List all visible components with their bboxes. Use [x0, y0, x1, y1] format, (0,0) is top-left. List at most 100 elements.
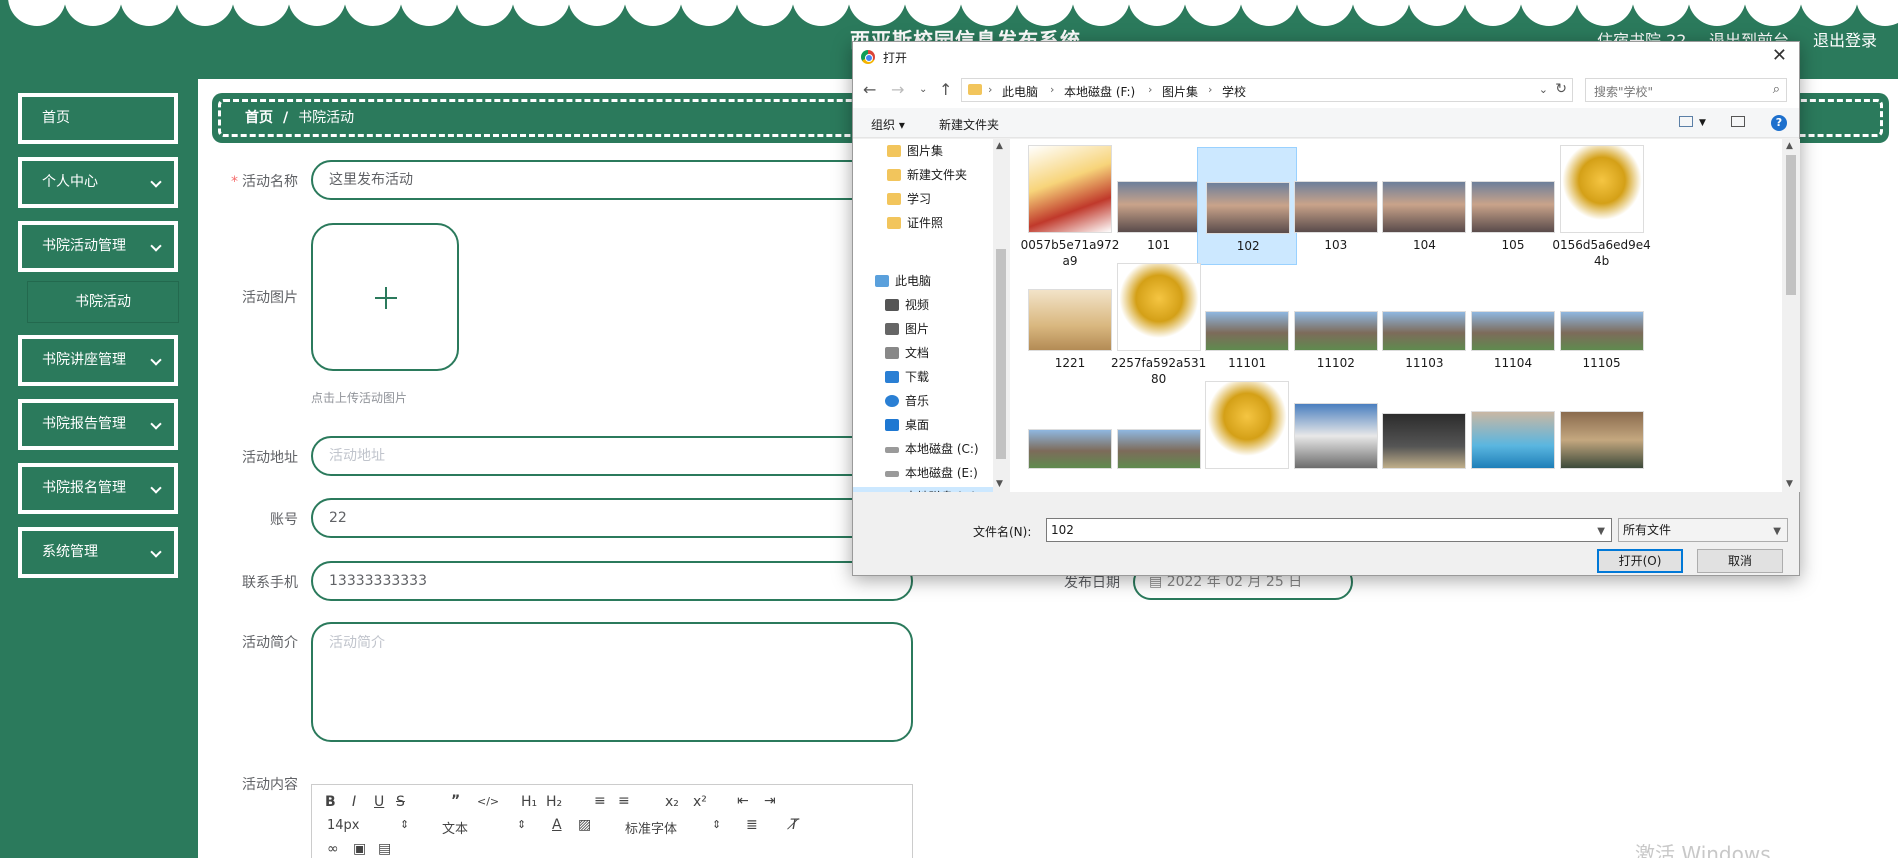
cancel-button[interactable]: 取消 — [1697, 549, 1783, 573]
scroll-up-icon[interactable]: ▲ — [1786, 141, 1793, 151]
file-item[interactable]: 101 — [1109, 147, 1209, 265]
background-color-icon[interactable]: ▨ — [578, 817, 591, 833]
file-item[interactable] — [1109, 383, 1209, 492]
file-item[interactable] — [1197, 381, 1297, 492]
tree-item[interactable]: 本地磁盘 (C:) — [853, 439, 993, 459]
path-picture-collection[interactable]: 图片集 — [1162, 83, 1198, 100]
bullet-list-icon[interactable]: ≡ — [618, 793, 630, 809]
tree-item[interactable]: 本地磁盘 (E:) — [853, 463, 993, 483]
file-item[interactable] — [1286, 383, 1386, 492]
tree-scrollbar[interactable]: ▲ ▼ — [993, 139, 1009, 492]
menu-activity-management[interactable]: 书院活动管理 — [18, 221, 178, 272]
scroll-up-icon[interactable]: ▲ — [996, 141, 1003, 151]
forward-arrow-icon[interactable]: → — [891, 80, 904, 99]
file-item[interactable]: 0057b5e71a972a9 — [1020, 145, 1120, 268]
menu-lecture-management[interactable]: 书院讲座管理 — [18, 335, 178, 386]
strikethrough-icon[interactable]: S — [396, 794, 405, 810]
phone-input[interactable]: 13333333333 — [311, 561, 913, 601]
font-color-icon[interactable]: A — [552, 817, 562, 833]
tree-item[interactable]: 视频 — [853, 295, 993, 315]
tree-item[interactable]: 新建文件夹 — [853, 165, 993, 185]
blockquote-icon[interactable]: ” — [451, 793, 460, 809]
image-icon[interactable]: ▣ — [353, 841, 366, 857]
close-icon[interactable]: ✕ — [1772, 45, 1787, 66]
back-arrow-icon[interactable]: ← — [863, 80, 876, 99]
font-family-select[interactable]: 标准字体 — [625, 818, 677, 837]
tree-item[interactable]: 下载 — [853, 367, 993, 387]
activity-intro-textarea[interactable]: 活动简介 — [311, 622, 913, 742]
scroll-down-icon[interactable]: ▼ — [996, 479, 1003, 489]
help-icon[interactable]: ? — [1771, 115, 1787, 131]
file-item[interactable]: 2257fa592a53180 — [1109, 263, 1209, 386]
activity-address-input[interactable]: 活动地址 — [311, 436, 913, 476]
image-upload-box[interactable] — [311, 223, 459, 371]
path-this-pc[interactable]: 此电脑 — [1002, 83, 1038, 100]
path-drive-f[interactable]: 本地磁盘 (F:) — [1064, 83, 1135, 100]
menu-home[interactable]: 首页 — [18, 93, 178, 144]
view-options-icon[interactable] — [1679, 116, 1693, 127]
block-format-select[interactable]: 文本 — [442, 818, 468, 837]
file-type-select[interactable]: 所有文件 ▼ — [1618, 518, 1788, 542]
menu-personal-center[interactable]: 个人中心 — [18, 157, 178, 208]
tree-item[interactable]: 图片 — [853, 319, 993, 339]
open-button[interactable]: 打开(O) — [1597, 549, 1683, 573]
block-format-dropdown-icon[interactable]: ⇕ — [517, 818, 526, 831]
preview-pane-icon[interactable] — [1731, 116, 1745, 127]
code-block-icon[interactable]: </> — [477, 795, 499, 808]
outdent-icon[interactable]: ⇤ — [737, 793, 749, 809]
recent-locations-chevron-icon[interactable]: ⌄ — [919, 84, 927, 95]
new-folder-button[interactable]: 新建文件夹 — [939, 116, 999, 133]
heading2-icon[interactable]: H₂ — [546, 794, 562, 810]
indent-icon[interactable]: ⇥ — [764, 793, 776, 809]
folder-search-input[interactable]: 搜索"学校" ⌕ — [1585, 78, 1787, 102]
scroll-down-icon[interactable]: ▼ — [1786, 479, 1793, 489]
file-item[interactable] — [1552, 383, 1652, 492]
menu-report-management[interactable]: 书院报告管理 — [18, 399, 178, 450]
file-item[interactable]: 103 — [1286, 147, 1386, 265]
font-size-dropdown-icon[interactable]: ⇕ — [400, 818, 409, 831]
file-item[interactable]: 1221 — [1020, 265, 1120, 383]
clear-format-icon[interactable]: T̸ — [790, 817, 799, 833]
tree-item[interactable]: 图片集 — [853, 141, 993, 161]
file-type-dropdown-icon[interactable]: ▼ — [1773, 521, 1781, 543]
file-item[interactable]: 11104 — [1463, 265, 1563, 383]
align-icon[interactable]: ≣ — [746, 817, 758, 833]
file-item[interactable] — [1374, 383, 1474, 492]
file-item[interactable]: 11105 — [1552, 265, 1652, 383]
file-item[interactable] — [1020, 383, 1120, 492]
account-input[interactable]: 22 — [311, 498, 913, 538]
link-icon[interactable]: ∞ — [327, 841, 339, 857]
font-size-select[interactable]: 14px — [327, 818, 360, 833]
menu-registration-management[interactable]: 书院报名管理 — [18, 463, 178, 514]
tree-item[interactable]: 桌面 — [853, 415, 993, 435]
address-dropdown-icon[interactable]: ⌄ — [1539, 83, 1548, 96]
ordered-list-icon[interactable]: ≡ — [594, 793, 606, 809]
file-item[interactable]: 11101 — [1197, 265, 1297, 383]
menu-system-management[interactable]: 系统管理 — [18, 527, 178, 578]
refresh-icon[interactable]: ↻ — [1555, 81, 1567, 97]
file-item[interactable] — [1463, 383, 1563, 492]
font-family-dropdown-icon[interactable]: ⇕ — [712, 818, 721, 831]
filename-dropdown-icon[interactable]: ▼ — [1597, 521, 1605, 543]
organize-button[interactable]: 组织 ▾ — [871, 116, 905, 133]
activity-name-input[interactable]: 这里发布活动 — [311, 160, 913, 200]
file-item[interactable]: 11103 — [1374, 265, 1474, 383]
file-item[interactable]: 102 — [1197, 147, 1298, 265]
view-dropdown-icon[interactable]: ▼ — [1699, 118, 1706, 128]
up-arrow-icon[interactable]: ↑ — [939, 80, 952, 99]
superscript-icon[interactable]: x² — [693, 794, 707, 810]
tree-item[interactable]: 学习 — [853, 189, 993, 209]
tree-item[interactable]: 音乐 — [853, 391, 993, 411]
video-icon[interactable]: ▤ — [378, 841, 391, 857]
bold-icon[interactable]: B — [325, 794, 336, 810]
tree-item[interactable]: 文档 — [853, 343, 993, 363]
file-item[interactable]: 11102 — [1286, 265, 1386, 383]
filename-input[interactable]: 102 ▼ — [1046, 518, 1612, 542]
file-grid-scrollbar[interactable]: ▲ ▼ — [1782, 139, 1800, 492]
tree-scrollbar-thumb[interactable] — [996, 249, 1006, 459]
tree-item[interactable]: 证件照 — [853, 213, 993, 233]
file-item[interactable]: 104 — [1374, 147, 1474, 265]
logout-link[interactable]: 退出登录 — [1813, 27, 1877, 51]
address-bar[interactable]: › 此电脑 › 本地磁盘 (F:) › 图片集 › 学校 ⌄ ↻ — [961, 78, 1573, 102]
italic-icon[interactable]: I — [352, 794, 356, 810]
